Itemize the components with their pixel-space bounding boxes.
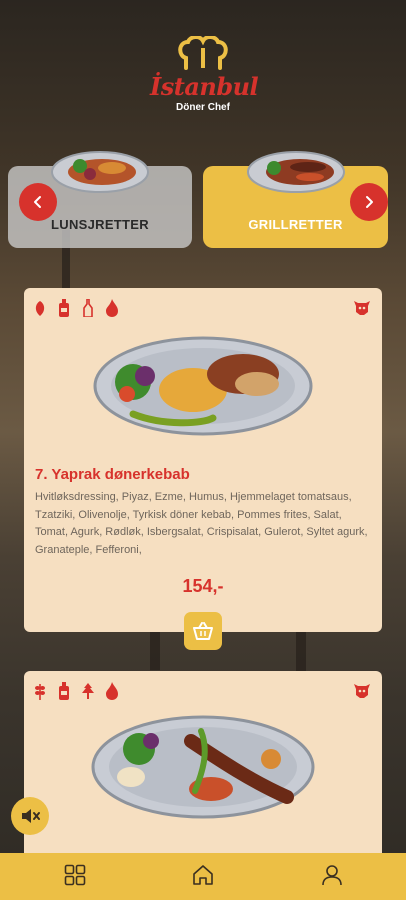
cow-icon: [352, 681, 372, 704]
cow-icon: [352, 298, 372, 321]
wheat-icon: [32, 681, 48, 701]
chevron-left-icon: [34, 196, 41, 208]
home-icon: [193, 865, 213, 885]
background-minaret: [296, 632, 306, 672]
grid-icon: [64, 864, 86, 886]
dish-image: [91, 715, 315, 819]
nav-home-button[interactable]: [190, 862, 216, 888]
menu-item-card[interactable]: 7. Yaprak dønerkebab Hvitløksdressing, P…: [24, 288, 382, 632]
brand-name: İstanbul: [150, 72, 259, 101]
brand-logo: İstanbul Döner Chef: [150, 36, 259, 120]
herb-icon: [80, 681, 96, 701]
basket-icon: [193, 622, 213, 640]
tab-label: LUNSJRETTER: [51, 217, 149, 232]
allergen-badges: [32, 298, 120, 318]
food-plate-image: [246, 151, 345, 193]
tab-label: GRILLRETTER: [248, 217, 343, 232]
sauce-bottle-icon: [56, 681, 72, 701]
fire-icon: [104, 298, 120, 318]
next-category-button[interactable]: [350, 183, 388, 221]
fire-icon: [104, 681, 120, 701]
food-plate-image: [51, 151, 149, 193]
nav-menu-button[interactable]: [62, 862, 88, 888]
brand-subtitle: Döner Chef: [176, 102, 230, 113]
allergen-badges: [32, 681, 120, 701]
nav-profile-button[interactable]: [319, 862, 345, 888]
bottom-navigation: [0, 853, 406, 900]
dish-description: Hvitløksdressing, Piyaz, Ezme, Humus, Hj…: [35, 491, 368, 556]
mute-button[interactable]: [11, 797, 49, 835]
dish-title: 7. Yaprak dønerkebab: [35, 466, 190, 483]
chevron-right-icon: [366, 196, 373, 208]
add-to-cart-button[interactable]: [184, 612, 222, 650]
ketchup-bottle-icon: [80, 298, 96, 318]
dish-price: 154,-: [182, 576, 224, 596]
prev-category-button[interactable]: [19, 183, 57, 221]
chef-hat-icon: [178, 36, 228, 70]
user-icon: [322, 865, 342, 886]
background-minaret: [150, 630, 160, 670]
sauce-bottle-icon: [56, 298, 72, 318]
menu-item-card[interactable]: [24, 671, 382, 861]
chili-icon: [32, 298, 48, 318]
dish-image: [93, 336, 313, 436]
speaker-mute-icon: [22, 809, 40, 823]
